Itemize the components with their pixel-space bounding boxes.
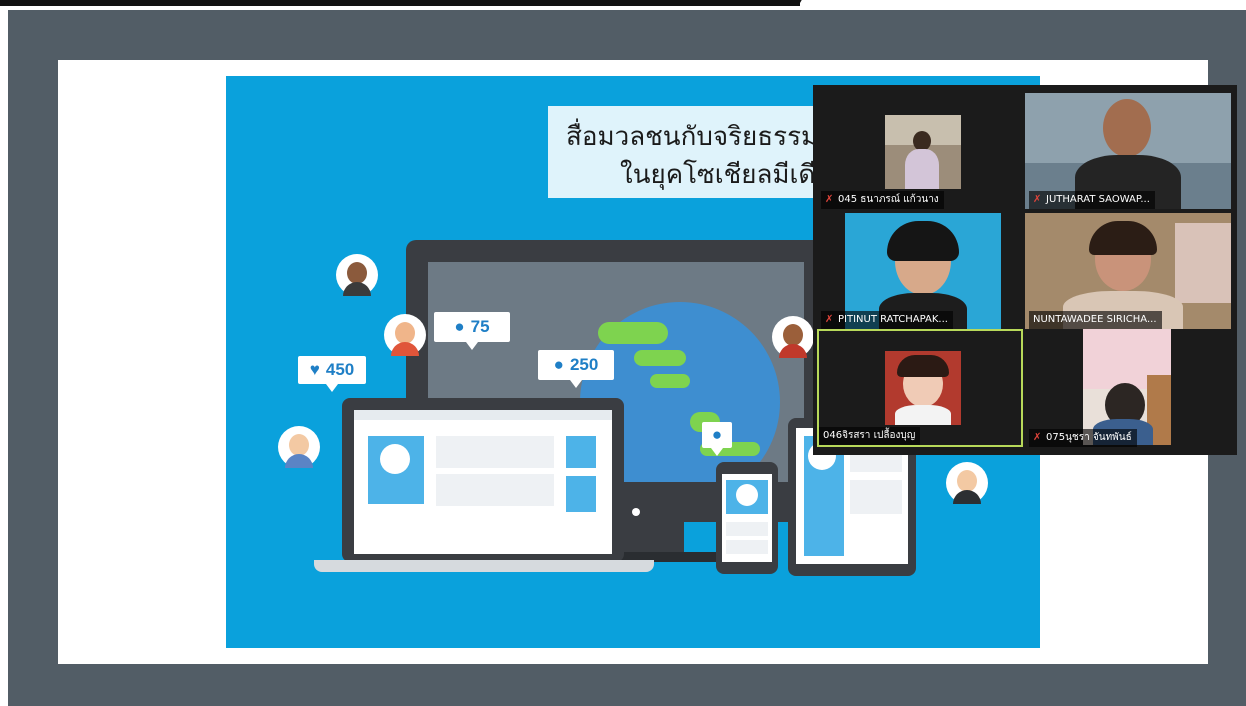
user-icon: ● bbox=[454, 317, 465, 336]
participant-tile-2[interactable]: ✗ JUTHARAT SAOWAP... bbox=[1025, 91, 1231, 209]
laptop-illustration bbox=[342, 398, 624, 562]
user-icon: ● bbox=[711, 425, 723, 444]
followers-count: 75 bbox=[470, 317, 490, 336]
video-gallery[interactable]: ✗ 045 ธนาภรณ์ แก้วนาง ✗ JUTHARAT SAOWAP.… bbox=[813, 85, 1237, 455]
likes-count: 450 bbox=[325, 360, 355, 379]
participant-video bbox=[885, 115, 961, 189]
participant-tile-1[interactable]: ✗ 045 ธนาภรณ์ แก้วนาง bbox=[817, 91, 1021, 209]
likes-bubble: ♥ 450 bbox=[298, 356, 366, 392]
chat-bubble-icon: ● bbox=[553, 355, 564, 374]
participant-tile-5-active-speaker[interactable]: 046จิรสรา เปลื้องบุญ bbox=[817, 329, 1023, 447]
muted-mic-icon: ✗ bbox=[1033, 432, 1042, 443]
muted-mic-icon: ✗ bbox=[825, 194, 834, 205]
participant-tile-6[interactable]: ✗ 075นุชรา จันทพันธ์ bbox=[1025, 329, 1231, 447]
comments-count: 250 bbox=[569, 355, 599, 374]
laptop-screen bbox=[354, 410, 612, 554]
avatar-man-2 bbox=[278, 426, 320, 468]
phone-screen bbox=[722, 474, 772, 562]
participant-name-label: NUNTAWADEE SIRICHA... bbox=[1029, 311, 1162, 329]
participant-name-label: ✗ 075นุชรา จันทพันธ์ bbox=[1029, 429, 1137, 447]
participant-name-label: ✗ JUTHARAT SAOWAP... bbox=[1029, 191, 1155, 209]
followers-bubble: ● 75 bbox=[434, 312, 510, 350]
muted-mic-icon: ✗ bbox=[825, 314, 834, 325]
window-top-bar bbox=[0, 0, 800, 6]
avatar-woman-2 bbox=[772, 316, 814, 358]
participant-name-label: 046จิรสรา เปลื้องบุญ bbox=[819, 427, 921, 445]
participant-name-label: ✗ 045 ธนาภรณ์ แก้วนาง bbox=[821, 191, 944, 209]
participant-tile-4[interactable]: NUNTAWADEE SIRICHA... bbox=[1025, 211, 1231, 329]
user-bubble: ● bbox=[702, 422, 732, 456]
phone-illustration bbox=[716, 462, 778, 574]
participant-video bbox=[885, 351, 961, 425]
participant-video bbox=[1083, 329, 1171, 445]
participant-tile-3[interactable]: ✗ PITINUT RATCHAPAK... bbox=[817, 211, 1021, 329]
avatar-man-1 bbox=[336, 254, 378, 296]
slide-title-line-2: ในยุคโซเชียลมีเดีย bbox=[620, 160, 831, 190]
slide-title-box: สื่อมวลชนกับจริยธรรม ในยุคโซเชียลมีเดีย bbox=[548, 106, 848, 198]
avatar-woman-1 bbox=[384, 314, 426, 356]
muted-mic-icon: ✗ bbox=[1033, 194, 1042, 205]
participant-name-label: ✗ PITINUT RATCHAPAK... bbox=[821, 311, 953, 329]
comments-bubble: ● 250 bbox=[538, 350, 614, 388]
avatar-man-3 bbox=[946, 462, 988, 504]
heart-icon: ♥ bbox=[309, 360, 320, 379]
slide-title-line-1: สื่อมวลชนกับจริยธรรม bbox=[566, 122, 819, 152]
monitor-power-dot bbox=[632, 508, 640, 516]
laptop-base bbox=[314, 560, 654, 572]
